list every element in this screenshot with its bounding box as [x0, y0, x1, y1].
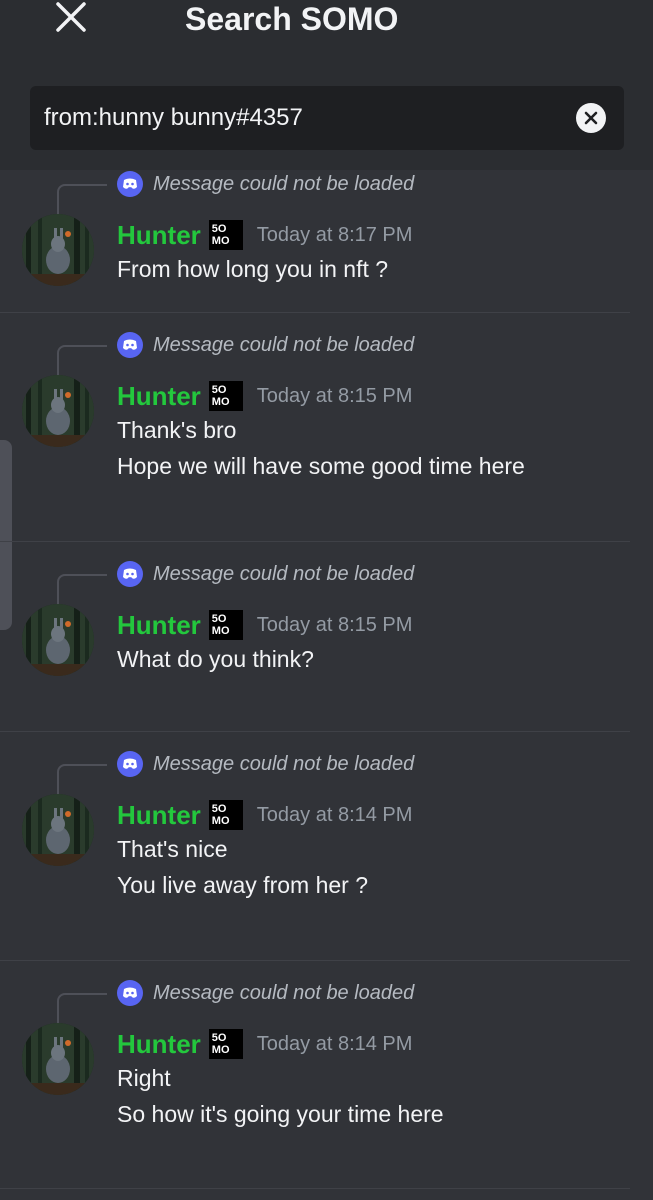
message-text: From how long you in nft ? — [117, 256, 389, 282]
reply-preview[interactable]: Message could not be loaded — [117, 560, 414, 588]
search-result-message[interactable]: Message could not be loaded Hunter 5OMO — [0, 170, 653, 313]
search-header: Search SOMO — [0, 0, 653, 170]
page-title: Search SOMO — [185, 1, 399, 37]
message-header: Hunter 5O MO Today at 8:15 PM — [117, 608, 412, 642]
timestamp: Today at 8:17 PM — [256, 223, 413, 246]
reply-text: Message could not be loaded — [153, 562, 415, 585]
close-icon — [56, 2, 86, 32]
message-header: Hunter 5O MO Today at 8:14 PM — [117, 1027, 412, 1061]
message-text: Thank's bro — [117, 417, 237, 443]
reply-preview[interactable]: Message could not be loaded — [117, 750, 414, 778]
clear-search-button[interactable] — [576, 103, 606, 133]
search-box[interactable] — [30, 86, 624, 150]
reply-preview[interactable]: Message could not be loaded — [117, 170, 414, 198]
discord-icon — [117, 171, 143, 197]
server-tag-badge[interactable]: 5O MO — [208, 220, 243, 250]
search-results: Message could not be loaded Hunter 5OMO — [0, 170, 653, 1189]
reply-connector — [57, 574, 107, 606]
search-result-message[interactable]: Message could not be loaded Hunter 5OMO — [0, 542, 653, 732]
message-header: Hunter 5O MO Today at 8:17 PM — [117, 218, 412, 252]
search-input[interactable] — [44, 86, 564, 150]
message-text: Right — [117, 1065, 171, 1091]
avatar[interactable] — [22, 214, 94, 286]
author-name[interactable]: Hunter — [117, 610, 201, 641]
author-name[interactable]: Hunter — [117, 220, 201, 251]
divider — [0, 1188, 630, 1189]
search-result-message[interactable]: Message could not be loaded Hunter 5OMO — [0, 313, 653, 542]
message-text: Hope we will have some good time here — [117, 453, 525, 479]
search-result-message[interactable]: Message could not be loaded Hunter 5OMO — [0, 961, 653, 1189]
avatar[interactable] — [22, 1023, 94, 1095]
reply-connector — [57, 345, 107, 377]
discord-icon — [117, 751, 143, 777]
clear-icon — [584, 111, 598, 125]
reply-preview[interactable]: Message could not be loaded — [117, 331, 414, 359]
reply-connector — [57, 184, 107, 216]
message-header: Hunter 5O MO Today at 8:15 PM — [117, 379, 412, 413]
search-result-message[interactable]: Message could not be loaded Hunter 5OMO — [0, 732, 653, 961]
discord-icon — [117, 561, 143, 587]
author-name[interactable]: Hunter — [117, 381, 201, 412]
reply-text: Message could not be loaded — [153, 333, 415, 356]
discord-icon — [117, 980, 143, 1006]
reply-text: Message could not be loaded — [153, 981, 415, 1004]
message-text: So how it's going your time here — [117, 1101, 444, 1127]
message-header: Hunter 5O MO Today at 8:14 PM — [117, 798, 412, 832]
avatar[interactable] — [22, 794, 94, 866]
message-text: That's nice — [117, 836, 228, 862]
message-text: You live away from her ? — [117, 872, 369, 898]
avatar[interactable] — [22, 604, 94, 676]
timestamp: Today at 8:14 PM — [256, 1032, 413, 1055]
reply-preview[interactable]: Message could not be loaded — [117, 979, 414, 1007]
message-text: What do you think? — [117, 646, 314, 672]
reply-text: Message could not be loaded — [153, 752, 415, 775]
author-name[interactable]: Hunter — [117, 1029, 201, 1060]
timestamp: Today at 8:15 PM — [256, 384, 413, 407]
close-button[interactable] — [52, 0, 90, 38]
reply-connector — [57, 993, 107, 1025]
timestamp: Today at 8:15 PM — [256, 613, 413, 636]
discord-icon — [117, 332, 143, 358]
reply-connector — [57, 764, 107, 796]
server-tag-badge[interactable]: 5O MO — [208, 381, 243, 411]
server-tag-badge[interactable]: 5O MO — [208, 1029, 243, 1059]
author-name[interactable]: Hunter — [117, 800, 201, 831]
server-tag-badge[interactable]: 5O MO — [208, 800, 243, 830]
server-tag-badge[interactable]: 5O MO — [208, 610, 243, 640]
reply-text: Message could not be loaded — [153, 172, 415, 195]
timestamp: Today at 8:14 PM — [256, 803, 413, 826]
avatar[interactable] — [22, 375, 94, 447]
